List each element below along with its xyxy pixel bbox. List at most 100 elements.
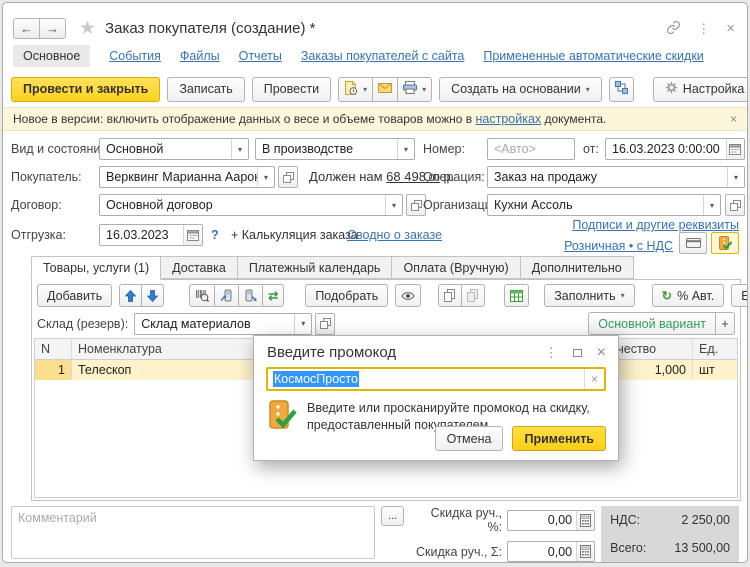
- back-button[interactable]: ←: [13, 18, 40, 39]
- post-and-close-button[interactable]: Провести и закрыть: [11, 77, 160, 102]
- send-email-button[interactable]: [372, 77, 398, 102]
- vat-value: 2 250,00: [681, 513, 730, 527]
- move-down-button[interactable]: [141, 284, 164, 307]
- order-calculation-text[interactable]: + Калькуляция заказа: [231, 224, 358, 246]
- chevron-down-icon[interactable]: ▾: [231, 139, 248, 159]
- promo-code-icon[interactable]: [711, 232, 739, 254]
- fill-button[interactable]: Заполнить▾: [544, 284, 634, 307]
- price-type-link[interactable]: Розничная • с НДС: [564, 235, 673, 257]
- chevron-down-icon[interactable]: ▾: [703, 195, 720, 215]
- tab-auto-discounts[interactable]: Примененные автоматические скидки: [483, 49, 703, 63]
- clear-input-icon[interactable]: ×: [584, 369, 604, 389]
- order-summary-link[interactable]: Сводно о заказе: [347, 224, 442, 246]
- col-unit: Ед.: [693, 339, 737, 360]
- tab-payment-calendar[interactable]: Платежный календарь: [238, 256, 393, 279]
- scanner-unload-icon[interactable]: [238, 284, 263, 307]
- discount-sum-input[interactable]: [508, 545, 576, 559]
- settings-button[interactable]: Настройка: [653, 77, 748, 102]
- dialog-close-icon[interactable]: ×: [597, 345, 606, 361]
- kebab-menu-icon[interactable]: ⋮: [697, 22, 710, 35]
- payment-card-icon[interactable]: [679, 232, 707, 254]
- print-button[interactable]: ▾: [397, 77, 432, 102]
- tab-files[interactable]: Файлы: [180, 49, 220, 63]
- tab-main[interactable]: Основное: [13, 45, 90, 67]
- calculator-icon[interactable]: [576, 542, 594, 561]
- customer-select[interactable]: Верквинг Марианна Аароновна▾: [99, 166, 275, 188]
- warehouse-select[interactable]: Склад материалов▾: [134, 313, 312, 335]
- calendar-icon[interactable]: [726, 139, 744, 159]
- pick-items-button[interactable]: Подобрать: [305, 284, 388, 307]
- number-input[interactable]: [487, 138, 575, 160]
- auto-discount-button[interactable]: ↻% Авт.: [652, 284, 725, 307]
- comment-expand-button[interactable]: ...: [381, 506, 404, 526]
- organization-select[interactable]: Кухни Ассоль▾: [487, 194, 721, 216]
- exchange-icon[interactable]: ⇄: [262, 284, 284, 307]
- tab-site-orders[interactable]: Заказы покупателей с сайта: [301, 49, 465, 63]
- kind-state-label: Вид и состояние:: [11, 138, 111, 160]
- tab-events[interactable]: События: [109, 49, 161, 63]
- apply-button[interactable]: Применить: [512, 426, 606, 451]
- view-eye-icon[interactable]: [395, 284, 421, 307]
- chevron-down-icon[interactable]: ▾: [257, 167, 274, 187]
- promo-code-input[interactable]: КосмосПросто ×: [266, 367, 606, 391]
- operation-select[interactable]: Заказ на продажу▾: [487, 166, 745, 188]
- kind-select[interactable]: Основной▾: [99, 138, 249, 160]
- chevron-down-icon[interactable]: ▾: [385, 195, 402, 215]
- scanner-load-icon[interactable]: [214, 284, 239, 307]
- vat-label: НДС:: [610, 513, 640, 527]
- number-label: Номер:: [423, 138, 465, 160]
- tab-reports[interactable]: Отчеты: [239, 49, 282, 63]
- favorite-star-icon[interactable]: ★: [79, 17, 96, 40]
- post-button[interactable]: Провести: [252, 77, 331, 102]
- tab-goods-services[interactable]: Товары, услуги (1): [31, 256, 161, 280]
- discount-percent-field: [507, 510, 595, 531]
- state-select[interactable]: В производстве▾: [255, 138, 415, 160]
- notice-close-icon[interactable]: ×: [730, 112, 737, 126]
- open-organization-icon[interactable]: [725, 194, 745, 216]
- open-customer-icon[interactable]: [278, 166, 298, 188]
- discount-percent-input[interactable]: [508, 513, 576, 527]
- chevron-down-icon[interactable]: ▾: [294, 314, 311, 334]
- comment-input[interactable]: [11, 506, 375, 559]
- total-label: Всего:: [610, 541, 646, 555]
- promo-ticket-icon: [267, 400, 297, 435]
- chevron-down-icon[interactable]: ▾: [727, 167, 744, 187]
- related-documents-button[interactable]: [609, 77, 634, 102]
- get-link-icon[interactable]: [666, 20, 681, 37]
- calendar-icon[interactable]: [183, 225, 202, 245]
- posting-report-button[interactable]: ▾: [338, 77, 373, 102]
- barcode-search-icon[interactable]: [189, 284, 215, 307]
- chevron-down-icon[interactable]: ▾: [397, 139, 414, 159]
- contract-select[interactable]: Основной договор▾: [99, 194, 403, 216]
- move-up-button[interactable]: [119, 284, 142, 307]
- discount-sum-label: Скидка руч., Σ:: [414, 545, 502, 559]
- add-variant-button[interactable]: +: [715, 312, 735, 335]
- tab-delivery[interactable]: Доставка: [161, 256, 238, 279]
- variant-button[interactable]: Основной вариант: [588, 312, 716, 335]
- command-bar: Провести и закрыть Записать Провести ▾ ▾…: [3, 71, 747, 107]
- col-n: N: [35, 339, 72, 360]
- shipment-date-field[interactable]: 16.03.2023: [99, 224, 203, 246]
- spreadsheet-icon[interactable]: [504, 284, 529, 307]
- dialog-maximize-icon[interactable]: [573, 346, 582, 359]
- dialog-kebab-icon[interactable]: ⋮: [545, 346, 558, 359]
- open-warehouse-icon[interactable]: [315, 313, 335, 335]
- create-based-on-button[interactable]: Создать на основании▾: [439, 77, 602, 102]
- page-title: Заказ покупателя (создание) *: [105, 20, 315, 37]
- totals-box: НДС:2 250,00 Всего:13 500,00: [601, 506, 739, 562]
- cancel-button[interactable]: Отмена: [435, 426, 504, 451]
- goods-more-button[interactable]: Еще▾: [731, 284, 748, 307]
- add-row-button[interactable]: Добавить: [37, 284, 112, 307]
- related-documents-icon: [615, 81, 628, 97]
- notice-settings-link[interactable]: настройках: [475, 112, 541, 126]
- save-button[interactable]: Записать: [167, 77, 244, 102]
- copy-icon[interactable]: [438, 284, 462, 307]
- document-date-field[interactable]: 16.03.2023 0:00:00: [605, 138, 745, 160]
- paste-icon[interactable]: [461, 284, 485, 307]
- forward-button[interactable]: →: [39, 18, 66, 39]
- tab-additional[interactable]: Дополнительно: [521, 256, 634, 279]
- tab-payment-manual[interactable]: Оплата (Вручную): [392, 256, 520, 279]
- shipment-hint-icon[interactable]: ?: [211, 224, 219, 246]
- close-window-icon[interactable]: ×: [726, 21, 735, 36]
- calculator-icon[interactable]: [576, 511, 594, 530]
